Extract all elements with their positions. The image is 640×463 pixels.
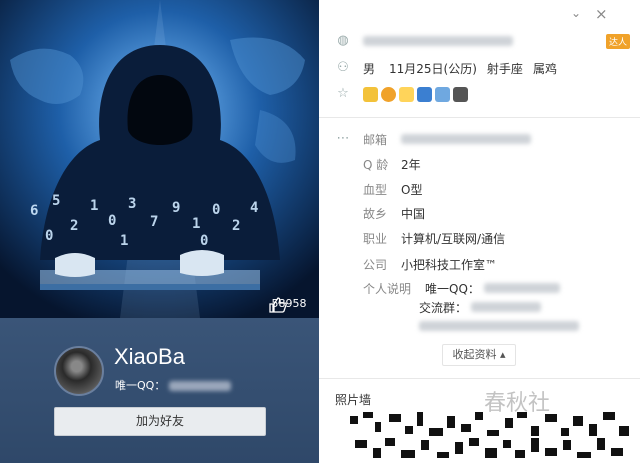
photo-wall-title: 照片墙: [335, 393, 372, 407]
profile-panel: 652 103 791 024 010 58958 XiaoBa 唯一QQ： 加…: [0, 0, 319, 463]
qage-value: 2年: [401, 157, 421, 172]
svg-text:0: 0: [200, 233, 208, 249]
blood-value: O型: [401, 182, 423, 197]
job-row: 职业 计算机/互联网/通信: [363, 228, 505, 248]
cover-image: 652 103 791 024 010 58958: [0, 0, 319, 318]
svg-text:6: 6: [30, 203, 38, 219]
svg-text:1: 1: [90, 198, 98, 214]
svg-text:0: 0: [212, 202, 220, 218]
svg-text:1: 1: [192, 216, 200, 232]
birthday: 11月25日(公历): [389, 61, 477, 76]
bio-row-2: 交流群：: [419, 297, 542, 317]
avatar[interactable]: [54, 346, 104, 396]
zodiac: 射手座: [486, 61, 523, 76]
bio-label: 个人说明: [363, 281, 412, 296]
hometown-row: 故乡 中国: [363, 203, 425, 223]
email-row: ⋯ 邮箱: [335, 129, 531, 149]
svg-text:4: 4: [250, 200, 258, 216]
thumb-up-icon: [269, 297, 287, 313]
identity-card: XiaoBa 唯一QQ： 加为好友: [0, 318, 319, 463]
bio-row-3: [419, 316, 579, 336]
minimize-button[interactable]: ⌄: [571, 6, 581, 20]
diamond-badge-icon[interactable]: [453, 86, 468, 102]
crown-badge-icon[interactable]: [363, 86, 378, 102]
bio-line2: 交流群：: [419, 300, 468, 315]
more-icon[interactable]: ⋯: [335, 131, 351, 147]
qq-prefix: 唯一QQ：: [115, 379, 166, 392]
mail-badge-icon[interactable]: [435, 86, 450, 102]
qage-row: Q 龄 2年: [363, 154, 421, 174]
svg-text:3: 3: [128, 196, 136, 212]
svg-text:5: 5: [52, 193, 60, 209]
svg-text:1: 1: [120, 233, 128, 249]
svg-text:7: 7: [150, 214, 158, 230]
star-badge-icon[interactable]: [399, 86, 414, 102]
blood-row: 血型 O型: [363, 179, 422, 199]
vip-badge: 达人: [605, 34, 630, 49]
bio-row: 个人说明 唯一QQ：: [363, 278, 560, 298]
qq-number: 唯一QQ：: [115, 377, 231, 393]
gender: 男: [363, 61, 376, 76]
qq-penguin-icon: ◍: [337, 33, 349, 48]
badges-row: ☆: [335, 84, 471, 104]
info-panel: ⌄ × 达人 ◍ ⚇ 男 11月25日(公历) 射手座 属鸡 ☆ ⋯ 邮箱 Q …: [319, 0, 640, 463]
svg-text:2: 2: [70, 218, 78, 234]
company-value: 小把科技工作室™: [401, 257, 498, 272]
qq-id-row: ◍: [335, 31, 513, 51]
collapse-profile-button[interactable]: 收起资料 ▴: [442, 344, 516, 366]
svg-text:9: 9: [172, 200, 180, 216]
add-friend-button[interactable]: 加为好友: [54, 407, 266, 436]
svg-text:2: 2: [232, 218, 240, 234]
star-outline-icon: ☆: [337, 86, 349, 101]
person-icon: ⚇: [337, 60, 349, 75]
divider: [319, 117, 640, 118]
svg-text:0: 0: [108, 213, 116, 229]
bio-line1: 唯一QQ：: [425, 281, 480, 296]
basic-info-row: ⚇ 男 11月25日(公历) 射手座 属鸡: [335, 58, 557, 78]
camera-badge-icon[interactable]: [417, 86, 432, 102]
sun-badge-icon[interactable]: [381, 86, 396, 102]
chinese-zodiac: 属鸡: [532, 61, 557, 76]
nickname: XiaoBa: [114, 344, 185, 369]
svg-text:0: 0: [45, 228, 53, 244]
close-button[interactable]: ×: [595, 5, 608, 23]
like-counter[interactable]: 58958: [269, 297, 309, 313]
job-value: 计算机/互联网/通信: [401, 231, 506, 246]
company-row: 公司 小把科技工作室™: [363, 254, 497, 274]
photo-wall[interactable]: [345, 408, 635, 463]
divider: [319, 378, 640, 379]
hometown-value: 中国: [401, 206, 426, 221]
